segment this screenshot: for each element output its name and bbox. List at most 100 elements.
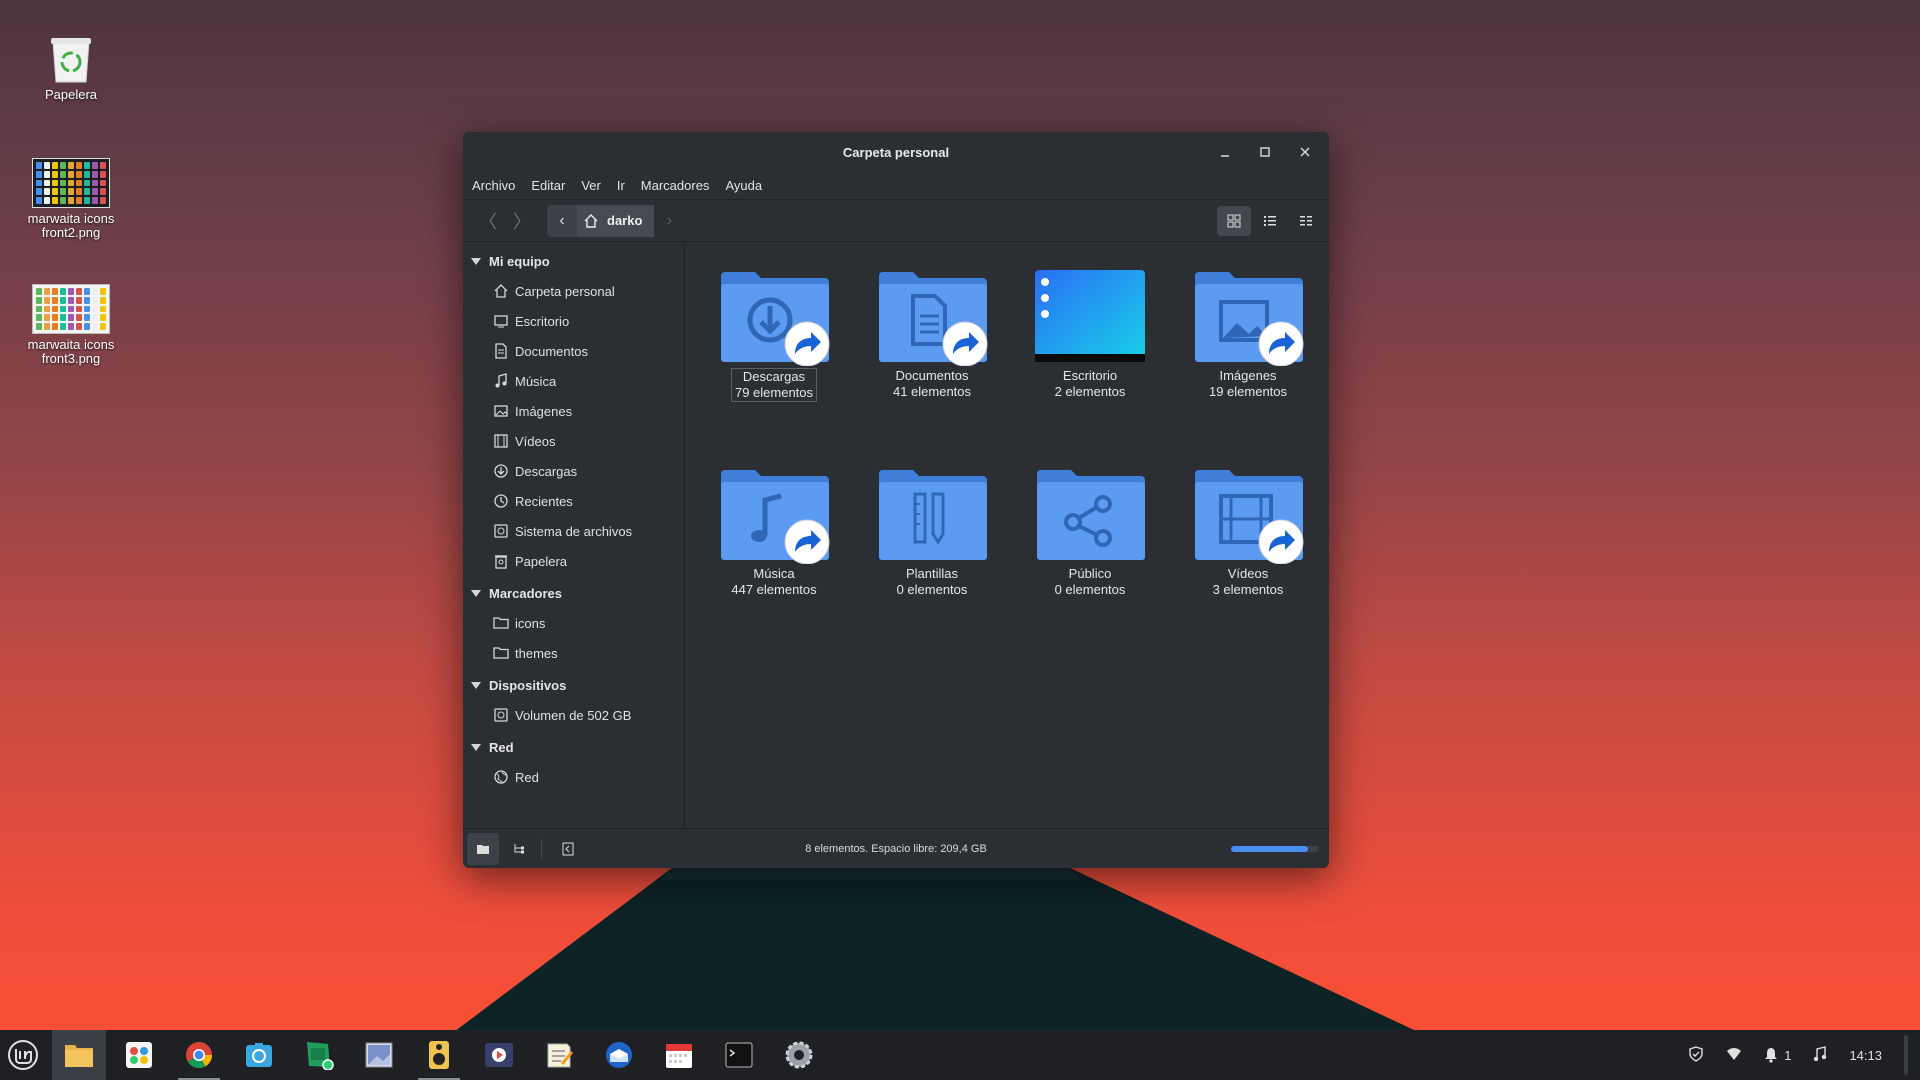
path-crumb-home[interactable]: darko xyxy=(577,204,655,237)
menu-editar[interactable]: Editar xyxy=(531,178,565,193)
software-icon[interactable] xyxy=(112,1030,166,1080)
share-folder-icon xyxy=(1031,466,1149,564)
folder-item[interactable]: Descargas 79 elementos xyxy=(695,268,853,402)
folder-item[interactable]: Imágenes 19 elementos xyxy=(1169,268,1327,400)
menu-marcadores[interactable]: Marcadores xyxy=(641,178,710,193)
sidebar-item[interactable]: Vídeos xyxy=(463,426,684,456)
maximize-button[interactable] xyxy=(1249,138,1281,166)
sidebar-item[interactable]: Escritorio xyxy=(463,306,684,336)
thumbnail-tile xyxy=(84,296,90,304)
taskbar: 1 14:13 xyxy=(0,1030,1920,1080)
thumbnail-tile xyxy=(68,288,74,295)
thumbnail-tile xyxy=(60,179,66,187)
sidebar-item-label: Carpeta personal xyxy=(515,283,615,299)
settings-icon[interactable] xyxy=(772,1030,826,1080)
folder-item[interactable]: Público 0 elementos xyxy=(1011,466,1169,598)
thumbnail-tile xyxy=(44,296,50,304)
sidebar-item[interactable]: themes xyxy=(463,638,684,668)
sidebar-item[interactable]: Descargas xyxy=(463,456,684,486)
sidebar-item[interactable]: icons xyxy=(463,608,684,638)
forward-button[interactable]: 〉 xyxy=(505,206,539,236)
show-desktop-edge[interactable] xyxy=(1904,1035,1908,1075)
folder-item[interactable]: Música 447 elementos xyxy=(695,466,853,598)
calendar-icon[interactable] xyxy=(652,1030,706,1080)
drive-icon xyxy=(493,707,509,723)
image-thumbnail xyxy=(32,158,110,208)
image-viewer-icon[interactable] xyxy=(352,1030,406,1080)
sidebar-item-label: Papelera xyxy=(515,553,568,569)
terminal-icon[interactable] xyxy=(712,1030,766,1080)
sidebar-section-header[interactable]: Marcadores xyxy=(463,582,684,604)
close-button[interactable] xyxy=(1289,138,1321,166)
sidebar-item-label: Red xyxy=(515,769,539,785)
bell-icon xyxy=(1765,1048,1778,1063)
wifi-icon[interactable] xyxy=(1726,1047,1742,1064)
sidebar-item[interactable]: Sistema de archivos xyxy=(463,516,684,546)
home-icon xyxy=(584,213,598,228)
clock[interactable]: 14:13 xyxy=(1849,1048,1882,1063)
list-view-icon xyxy=(1264,216,1276,226)
sidebar-item[interactable]: Carpeta personal xyxy=(463,276,684,306)
sidebar-section-header[interactable]: Red xyxy=(463,736,684,758)
path-left-arrow-icon[interactable]: ‹ xyxy=(547,204,577,237)
compact-view-button[interactable] xyxy=(1289,206,1323,236)
sidebar-section-header[interactable]: Dispositivos xyxy=(463,674,684,696)
thumbnail-tile xyxy=(60,288,66,295)
desktop-icon-trash[interactable]: Papelera xyxy=(16,34,126,102)
minimize-button[interactable] xyxy=(1209,138,1241,166)
thumbnail-tile xyxy=(76,323,82,330)
sidebar-item[interactable]: Documentos xyxy=(463,336,684,366)
thumbnail-tile xyxy=(36,179,42,187)
speaker-icon[interactable] xyxy=(412,1030,466,1080)
folder-item[interactable]: Documentos 41 elementos xyxy=(853,268,1011,400)
sidebar-section-header[interactable]: Mi equipo xyxy=(463,250,684,272)
sidebar-item[interactable]: Música xyxy=(463,366,684,396)
spreadsheet-icon[interactable] xyxy=(292,1030,346,1080)
thumbnail-tile xyxy=(44,188,50,196)
folder-name: Público xyxy=(1068,566,1112,581)
desktop-icon-image-file[interactable]: marwaita icons front2.png xyxy=(16,158,126,240)
sidebar-item[interactable]: Red xyxy=(463,762,684,792)
folder-item[interactable]: Vídeos 3 elementos xyxy=(1169,466,1327,598)
sidebar-item[interactable]: Papelera xyxy=(463,546,684,576)
folder-name: Escritorio xyxy=(1062,368,1118,383)
text-editor-icon[interactable] xyxy=(532,1030,586,1080)
title-bar[interactable]: Carpeta personal xyxy=(463,132,1329,172)
icon-view-button[interactable] xyxy=(1217,206,1251,236)
folder-item[interactable]: Escritorio 2 elementos xyxy=(1011,268,1169,400)
screenshot-icon[interactable] xyxy=(232,1030,286,1080)
folder-name: Plantillas xyxy=(905,566,959,581)
thunderbird-icon[interactable] xyxy=(592,1030,646,1080)
files-icon[interactable] xyxy=(52,1030,106,1080)
grid-view-icon xyxy=(1227,214,1241,228)
sidebar-item[interactable]: Recientes xyxy=(463,486,684,516)
thumbnail-tile xyxy=(92,314,98,322)
thumbnail-tile xyxy=(76,188,82,196)
list-view-button[interactable] xyxy=(1253,206,1287,236)
thumbnail-tile xyxy=(100,188,106,196)
folder-item[interactable]: Plantillas 0 elementos xyxy=(853,466,1011,598)
menu-ir[interactable]: Ir xyxy=(617,178,625,193)
menu-ayuda[interactable]: Ayuda xyxy=(725,178,762,193)
trash-icon xyxy=(493,553,509,569)
sidebar-item[interactable]: Volumen de 502 GB xyxy=(463,700,684,730)
sidebar-item[interactable]: Imágenes xyxy=(463,396,684,426)
media-player-icon[interactable] xyxy=(472,1030,526,1080)
menu-archivo[interactable]: Archivo xyxy=(472,178,515,193)
notifications-indicator[interactable]: 1 xyxy=(1764,1047,1791,1063)
menu-ver[interactable]: Ver xyxy=(581,178,601,193)
path-right-arrow-icon[interactable]: › xyxy=(654,205,684,237)
desktop-icon-image-file[interactable]: marwaita icons front3.png xyxy=(16,284,126,366)
thumbnail-tile xyxy=(52,314,58,322)
path-crumb-label: darko xyxy=(607,213,643,228)
thumbnail-tile xyxy=(76,296,82,304)
thumbnail-tile xyxy=(76,179,82,187)
chrome-icon[interactable] xyxy=(172,1030,226,1080)
sound-icon[interactable] xyxy=(1813,1045,1827,1065)
menu-icon[interactable] xyxy=(0,1030,46,1080)
back-button[interactable]: 〈 xyxy=(471,206,505,236)
document-icon xyxy=(493,343,509,359)
sidebar-item-label: Descargas xyxy=(515,463,578,479)
thumbnail-tile xyxy=(52,179,58,187)
shield-icon[interactable] xyxy=(1688,1045,1704,1065)
